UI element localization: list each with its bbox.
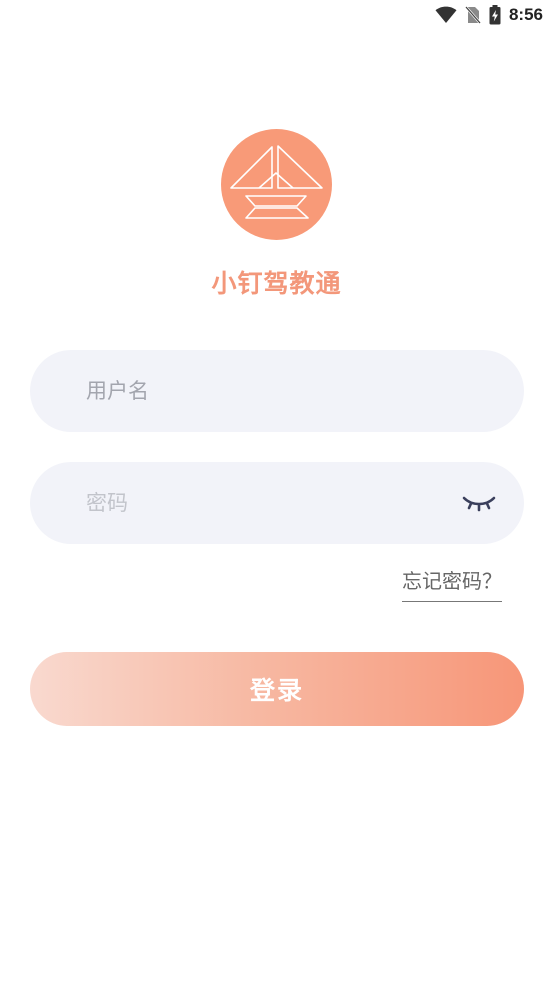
- username-input[interactable]: [86, 350, 446, 432]
- no-sim-icon: [465, 6, 481, 24]
- eye-closed-icon[interactable]: [462, 490, 496, 514]
- wifi-icon: [435, 6, 457, 23]
- password-input[interactable]: [86, 462, 446, 544]
- status-icons: 8:56: [435, 4, 543, 26]
- status-bar: 8:56: [0, 0, 553, 30]
- forgot-password-link[interactable]: 忘记密码？: [402, 565, 502, 602]
- app-name: 小钉驾教通: [211, 269, 342, 298]
- login-button[interactable]: 登录: [30, 652, 524, 726]
- battery-charging-icon: [489, 5, 501, 25]
- username-field[interactable]: [30, 350, 524, 432]
- app-logo-icon: [221, 129, 332, 240]
- status-time: 8:56: [508, 5, 543, 24]
- password-field[interactable]: [30, 462, 524, 544]
